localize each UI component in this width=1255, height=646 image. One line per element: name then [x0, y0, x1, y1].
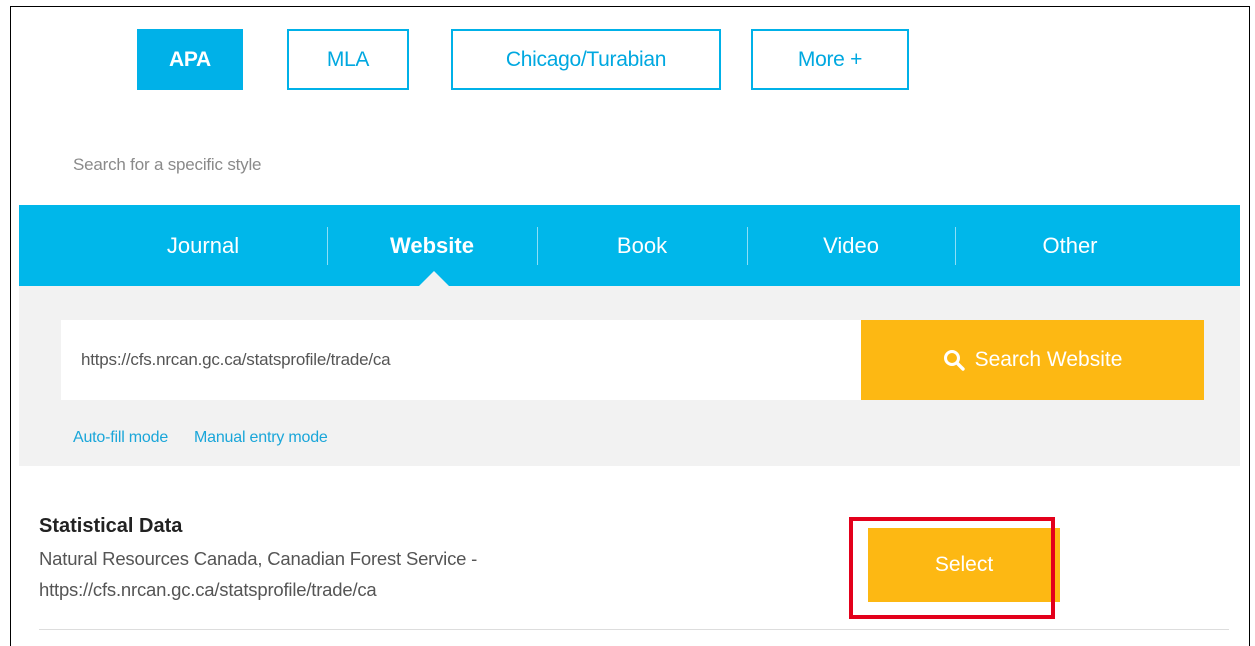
tab-book[interactable]: Book [537, 205, 747, 286]
tab-journal[interactable]: Journal [79, 205, 327, 286]
result-publisher: Natural Resources Canada, Canadian Fores… [39, 548, 478, 569]
website-url-input[interactable] [61, 320, 861, 400]
tab-video[interactable]: Video [747, 205, 955, 286]
search-website-label: Search Website [974, 348, 1123, 371]
result-divider [39, 629, 1229, 630]
manual-entry-mode-link[interactable]: Manual entry mode [194, 429, 328, 446]
source-type-tabbar: Journal Website Book Video Other [19, 205, 1240, 286]
search-website-button[interactable]: Search Website [861, 320, 1204, 400]
result-title: Statistical Data [39, 515, 183, 537]
website-search-panel: Search Website Auto-fill mode Manual entr… [19, 286, 1240, 466]
style-button-more[interactable]: More + [751, 29, 909, 90]
search-icon [943, 350, 965, 371]
style-button-apa[interactable]: APA [137, 29, 243, 90]
style-button-mla[interactable]: MLA [287, 29, 409, 90]
style-search-input[interactable]: Search for a specific style [73, 155, 261, 175]
entry-mode-links: Auto-fill mode Manual entry mode [73, 429, 354, 447]
auto-fill-mode-link[interactable]: Auto-fill mode [73, 429, 168, 446]
citation-generator-frame: APA MLA Chicago/Turabian More + Search f… [10, 6, 1250, 646]
red-highlight-box [849, 517, 1055, 619]
style-button-chicago[interactable]: Chicago/Turabian [451, 29, 721, 90]
tab-other[interactable]: Other [955, 205, 1185, 286]
result-url: https://cfs.nrcan.gc.ca/statsprofile/tra… [39, 579, 377, 600]
active-tab-caret [419, 271, 449, 286]
